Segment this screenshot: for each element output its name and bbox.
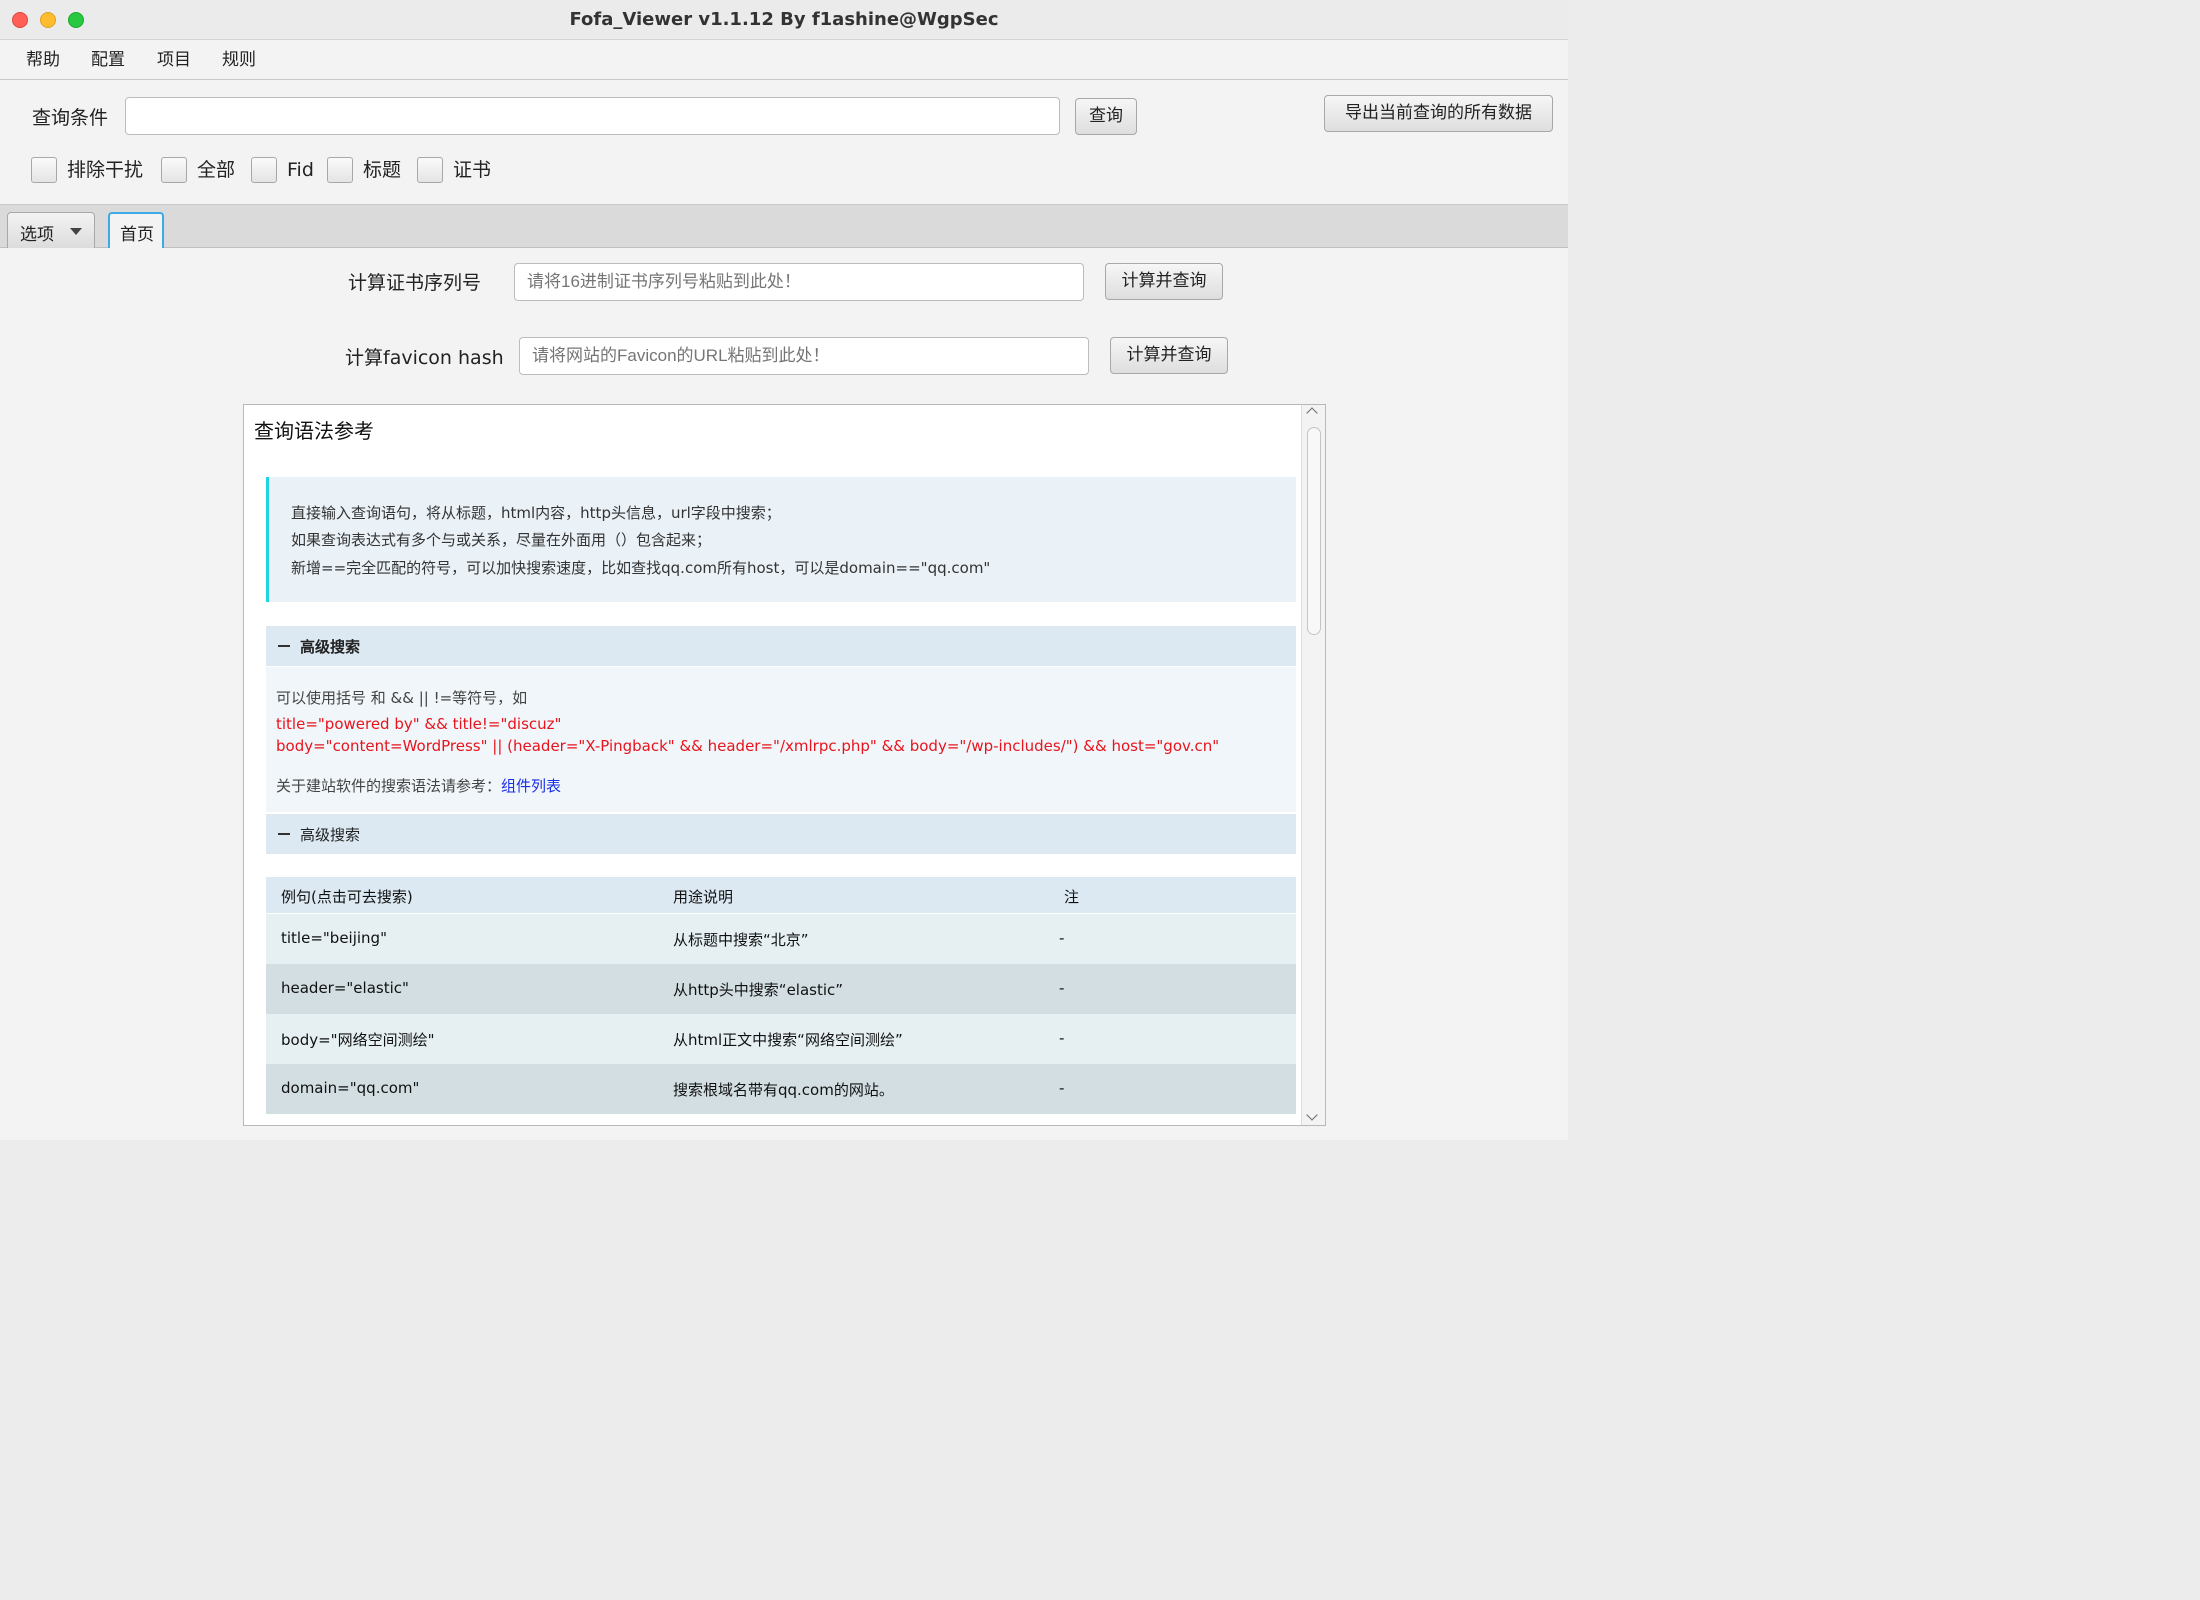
checkbox-exclude-noise-label: 排除干扰 xyxy=(67,159,144,181)
component-ref-line: 关于建站软件的搜索语法请参考：组件列表 xyxy=(276,775,561,796)
scroll-down-icon[interactable] xyxy=(1306,1109,1318,1121)
collapse-icon xyxy=(278,833,290,835)
title-bar: Fofa_Viewer v1.1.12 By f1ashine@WgpSec xyxy=(0,0,1568,40)
tab-bar: 选项 首页 xyxy=(0,204,1568,250)
advanced-search-header-2[interactable]: 高级搜索 xyxy=(266,814,1296,854)
checkbox-all-label: 全部 xyxy=(197,159,236,181)
query-label: 查询条件 xyxy=(32,107,109,129)
example-cell[interactable]: domain="qq.com" xyxy=(281,1079,419,1097)
table-header-row: 例句(点击可去搜索) 用途说明 注 xyxy=(266,877,1296,913)
example-cell[interactable]: header="elastic" xyxy=(281,979,409,997)
example-query: body="content=WordPress" || (header="X-P… xyxy=(276,737,1220,755)
table-row[interactable]: body="网络空间测绘" 从html正文中搜索“网络空间测绘” - xyxy=(266,1014,1296,1064)
export-all-button[interactable]: 导出当前查询的所有数据 xyxy=(1324,95,1553,132)
checkbox-exclude-noise[interactable] xyxy=(31,157,57,183)
note-line: 新增==完全匹配的符号，可以加快搜索速度，比如查找qq.com所有host，可以… xyxy=(291,559,991,577)
description-cell: 从html正文中搜索“网络空间测绘” xyxy=(673,1031,903,1049)
section-title: 高级搜索 xyxy=(300,638,361,656)
reference-title: 查询语法参考 xyxy=(254,419,374,443)
menu-project[interactable]: 项目 xyxy=(157,40,191,80)
scroll-up-icon[interactable] xyxy=(1306,407,1318,419)
menu-bar: 帮助 配置 项目 规则 xyxy=(0,40,1568,80)
table-header-cell: 注 xyxy=(1064,888,1080,906)
advanced-search-body: 可以使用括号 和 && || !=等符号，如 title="powered by… xyxy=(266,667,1296,812)
description-cell: 搜索根域名带有qq.com的网站。 xyxy=(673,1081,894,1099)
favicon-hash-label: 计算favicon hash xyxy=(345,347,504,369)
collapse-icon xyxy=(278,645,290,647)
cert-serial-label: 计算证书序列号 xyxy=(348,272,482,294)
checkbox-cert-label: 证书 xyxy=(453,159,492,181)
checkbox-fid-label: Fid xyxy=(287,159,314,181)
checkbox-fid[interactable] xyxy=(251,157,277,183)
usage-notes: 直接输入查询语句，将从标题，html内容，http头信息，url字段中搜索； 如… xyxy=(266,477,1296,602)
component-list-link[interactable]: 组件列表 xyxy=(501,777,561,795)
options-menu-button[interactable]: 选项 xyxy=(7,212,95,249)
component-ref-text: 关于建站软件的搜索语法请参考： xyxy=(276,777,502,795)
advanced-search-header[interactable]: 高级搜索 xyxy=(266,626,1296,666)
window-title: Fofa_Viewer v1.1.12 By f1ashine@WgpSec xyxy=(569,9,999,30)
tab-home[interactable]: 首页 xyxy=(108,212,164,250)
table-header-cell: 用途说明 xyxy=(673,888,734,906)
description-cell: 从标题中搜索“北京” xyxy=(673,931,809,949)
search-button[interactable]: 查询 xyxy=(1075,98,1137,135)
table-row[interactable]: header="elastic" 从http头中搜索“elastic” - xyxy=(266,964,1296,1014)
table-row[interactable]: domain="qq.com" 搜索根域名带有qq.com的网站。 - xyxy=(266,1064,1296,1114)
syntax-reference-panel: 查询语法参考 直接输入查询语句，将从标题，html内容，http头信息，url字… xyxy=(243,404,1326,1126)
checkbox-title[interactable] xyxy=(327,157,353,183)
example-cell[interactable]: body="网络空间测绘" xyxy=(281,1029,434,1050)
cert-serial-input[interactable] xyxy=(514,263,1084,301)
scrollbar-thumb[interactable] xyxy=(1307,427,1321,635)
favicon-calc-query-button[interactable]: 计算并查询 xyxy=(1110,337,1228,374)
note-cell: - xyxy=(1059,1079,1065,1097)
example-query: title="powered by" && title!="discuz" xyxy=(276,715,562,733)
tab-home-label: 首页 xyxy=(120,225,154,245)
chevron-down-icon xyxy=(70,228,82,235)
checkbox-cert[interactable] xyxy=(417,157,443,183)
note-cell: - xyxy=(1059,929,1065,947)
advanced-intro: 可以使用括号 和 && || !=等符号，如 xyxy=(276,689,528,707)
menu-rules[interactable]: 规则 xyxy=(222,40,256,80)
note-cell: - xyxy=(1059,979,1065,997)
note-cell: - xyxy=(1059,1029,1065,1047)
table-header-cell: 例句(点击可去搜索) xyxy=(281,888,413,906)
note-line: 直接输入查询语句，将从标题，html内容，http头信息，url字段中搜索； xyxy=(291,504,781,522)
note-line: 如果查询表达式有多个与或关系，尽量在外面用（）包含起来； xyxy=(291,531,712,549)
cert-calc-query-button[interactable]: 计算并查询 xyxy=(1105,263,1223,300)
menu-help[interactable]: 帮助 xyxy=(26,40,60,80)
checkbox-title-label: 标题 xyxy=(363,159,402,181)
description-cell: 从http头中搜索“elastic” xyxy=(673,981,844,999)
checkbox-all[interactable] xyxy=(161,157,187,183)
section-title: 高级搜索 xyxy=(300,826,361,844)
vertical-scrollbar[interactable] xyxy=(1301,405,1325,1125)
example-cell[interactable]: title="beijing" xyxy=(281,929,387,947)
query-input[interactable] xyxy=(125,97,1060,135)
app-window: Fofa_Viewer v1.1.12 By f1ashine@WgpSec 帮… xyxy=(0,0,1568,1140)
favicon-url-input[interactable] xyxy=(519,337,1089,375)
menu-config[interactable]: 配置 xyxy=(91,40,125,80)
options-label: 选项 xyxy=(20,225,54,245)
table-row[interactable]: title="beijing" 从标题中搜索“北京” - xyxy=(266,914,1296,964)
